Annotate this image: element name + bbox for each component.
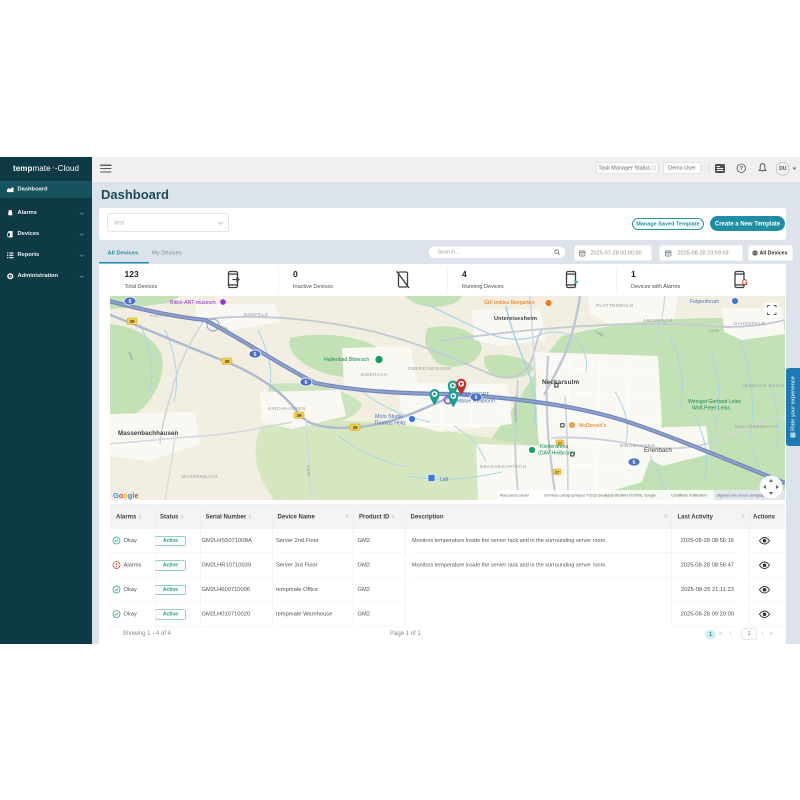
svg-text:GIF Imbiss Biergarten: GIF Imbiss Biergarten: [484, 300, 535, 306]
svg-text:FÜRFELD: FÜRFELD: [150, 314, 172, 318]
svg-text:PLATTENWALD: PLATTENWALD: [596, 303, 634, 308]
svg-text:Google: Google: [113, 491, 138, 500]
svg-text:DAHENFELD: DAHENFELD: [734, 321, 765, 326]
svg-text:OBEREISESHEIM: OBEREISESHEIM: [408, 366, 451, 371]
svg-text:6: 6: [254, 352, 257, 358]
svg-text:Kletterarena: Kletterarena: [540, 444, 568, 450]
svg-text:39: 39: [129, 319, 135, 324]
svg-text:Moto Studio: Moto Studio: [375, 414, 403, 420]
svg-text:L1103: L1103: [306, 466, 311, 477]
svg-text:?: ?: [740, 166, 744, 172]
svg-text:Neckarsulm: Neckarsulm: [542, 379, 579, 386]
svg-text:Bikini-ART-museum: Bikini-ART-museum: [170, 300, 216, 306]
svg-text:BONFELD: BONFELD: [244, 312, 269, 317]
svg-text:redblue Heilbronn: redblue Heilbronn: [454, 399, 495, 405]
svg-text:Hallenbad Biberach: Hallenbad Biberach: [324, 357, 369, 363]
svg-text:6: 6: [305, 380, 308, 386]
svg-text:L1095: L1095: [708, 329, 719, 333]
svg-text:(DAV Heilbronn): (DAV Heilbronn): [538, 451, 576, 457]
svg-text:NECKARGARTACH: NECKARGARTACH: [480, 464, 526, 469]
svg-text:27: 27: [555, 469, 560, 474]
svg-text:LENNACH BUCHH.: LENNACH BUCHH.: [742, 383, 785, 388]
svg-text:GELLMERSBACH: GELLMERSBACH: [735, 424, 778, 429]
svg-text:McDonald's: McDonald's: [579, 423, 606, 429]
svg-text:BIBERACH: BIBERACH: [361, 372, 388, 377]
svg-text:MASSENBACH: MASSENBACH: [182, 474, 218, 479]
svg-text:39: 39: [296, 413, 302, 418]
svg-text:Wolf-Peter Leiss: Wolf-Peter Leiss: [692, 406, 730, 412]
svg-text:Conditions d'utilisation: Conditions d'utilisation: [671, 494, 707, 498]
svg-text:Massenbachhausen: Massenbachhausen: [118, 430, 179, 437]
svg-text:6: 6: [129, 299, 132, 305]
svg-text:Felgenforum: Felgenforum: [690, 299, 719, 305]
svg-text:Thomas Holtz: Thomas Holtz: [374, 421, 406, 427]
svg-text:Untereisesheim: Untereisesheim: [494, 316, 537, 322]
svg-text:39: 39: [352, 425, 358, 430]
svg-text:6: 6: [633, 460, 636, 466]
svg-text:Erlenbach: Erlenbach: [644, 448, 672, 454]
svg-text:AMORBACH: AMORBACH: [643, 318, 673, 323]
svg-text:39: 39: [224, 359, 230, 364]
svg-text:Weingut Gerhard Leiss: Weingut Gerhard Leiss: [688, 399, 741, 405]
svg-text:Raccourcis clavier: Raccourcis clavier: [500, 494, 530, 498]
svg-text:KIRCHHAUSEN: KIRCHHAUSEN: [268, 406, 306, 411]
svg-text:Données cartographiques ©2025: Données cartographiques ©2025 GeoBasis-D…: [544, 494, 656, 498]
svg-text:Lidl: Lidl: [440, 477, 448, 483]
